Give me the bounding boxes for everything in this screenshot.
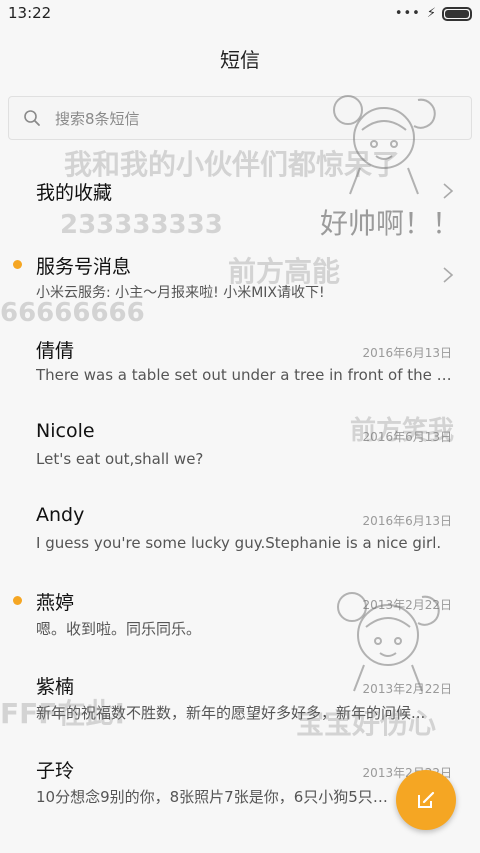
conversation-date: 2013年2月22日 [362,682,452,696]
conversation-preview: Let's eat out,shall we? [36,450,204,468]
conversation-preview: There was a table set out under a tree i… [36,366,452,384]
conversation-preview: 小米云服务: 小主～月报来啦! 小米MIX请收下! [36,285,325,301]
status-icons: ••• ⚡ [395,6,472,21]
conversation-name: 燕婷 [36,592,75,614]
compose-button[interactable] [396,770,456,830]
unread-dot [13,260,22,269]
conversation-date: 2016年6月13日 [362,430,452,444]
search-icon [24,110,40,126]
list-item-conversation[interactable]: Nicole 2016年6月13日 Let's eat out,shall we… [0,402,480,482]
conversation-name: Andy [36,504,85,526]
conversation-date: 2016年6月13日 [362,514,452,528]
more-dots-icon: ••• [394,6,421,21]
battery-icon [442,6,472,21]
conversation-preview: 新年的祝福数不胜数，新年的愿望好多好多，新年的问候... [36,704,426,722]
conversation-name: 紫楠 [36,676,75,698]
status-time: 13:22 [8,4,52,22]
list-item-service-messages[interactable]: 服务号消息 小米云服务: 小主～月报来啦! 小米MIX请收下! [0,234,480,314]
conversation-name: 我的收藏 [36,182,113,204]
search-placeholder: 搜索8条短信 [55,109,140,128]
list-item-favorites[interactable]: 我的收藏 [0,150,480,230]
conversation-name: Nicole [36,420,95,442]
conversation-preview: 嗯。收到啦。同乐同乐。 [36,620,202,638]
chevron-right-icon [443,267,454,283]
charging-icon: ⚡ [426,6,436,21]
compose-icon [418,791,435,808]
status-bar: 13:22 ••• ⚡ [0,0,480,28]
conversation-name: 子玲 [36,760,75,782]
chevron-right-icon [443,183,454,199]
conversation-date: 2013年2月22日 [362,598,452,612]
search-input[interactable]: 搜索8条短信 [8,96,472,140]
conversation-preview: I guess you're some lucky guy.Stephanie … [36,534,442,552]
unread-dot [13,596,22,605]
conversation-name: 服务号消息 [36,256,132,278]
conversation-preview: 10分想念9别的你，8张照片7张是你，6只小狗5只像你 [36,788,396,806]
page-title: 短信 [220,48,260,72]
list-item-conversation[interactable]: 燕婷 2013年2月22日 嗯。收到啦。同乐同乐。 [0,570,480,650]
list-item-conversation[interactable]: Andy 2016年6月13日 I guess you're some luck… [0,486,480,566]
list-item-conversation[interactable]: 紫楠 2013年2月22日 新年的祝福数不胜数，新年的愿望好多好多，新年的问候.… [0,654,480,734]
conversation-name: 倩倩 [36,340,75,362]
conversation-date: 2016年6月13日 [362,346,452,360]
list-item-conversation[interactable]: 倩倩 2016年6月13日 There was a table set out … [0,318,480,398]
